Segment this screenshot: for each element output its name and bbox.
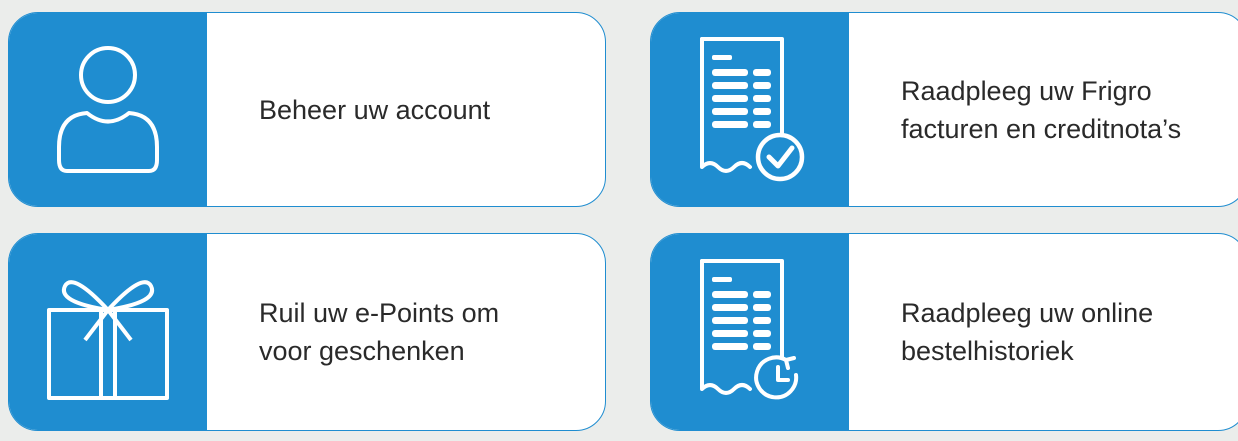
icon-panel: [651, 234, 849, 430]
user-icon: [57, 45, 159, 173]
icon-panel: [651, 13, 849, 206]
card-label: Beheer uw account: [259, 94, 491, 125]
manage-account-card[interactable]: Beheer uw account: [8, 12, 606, 207]
card-label: Raadpleeg uw Frigro facturen en creditno…: [901, 75, 1182, 144]
order-history-card[interactable]: Raadpleeg uw online bestelhistoriek: [650, 233, 1238, 431]
card-label: Ruil uw e-Points om voor geschenken: [259, 298, 500, 366]
icon-panel: [9, 13, 207, 206]
invoices-card[interactable]: Raadpleeg uw Frigro facturen en creditno…: [650, 12, 1238, 207]
gift-icon: [47, 280, 169, 400]
invoice-check-icon: [700, 36, 805, 181]
card-label: Raadpleeg uw online bestelhistoriek: [901, 298, 1154, 366]
order-history-icon: [700, 259, 799, 400]
services-grid: Beheer uw account Raadpleeg uw Frigro fa…: [0, 0, 1238, 441]
icon-panel: [9, 234, 207, 430]
epoints-card[interactable]: Ruil uw e-Points om voor geschenken: [8, 233, 606, 431]
